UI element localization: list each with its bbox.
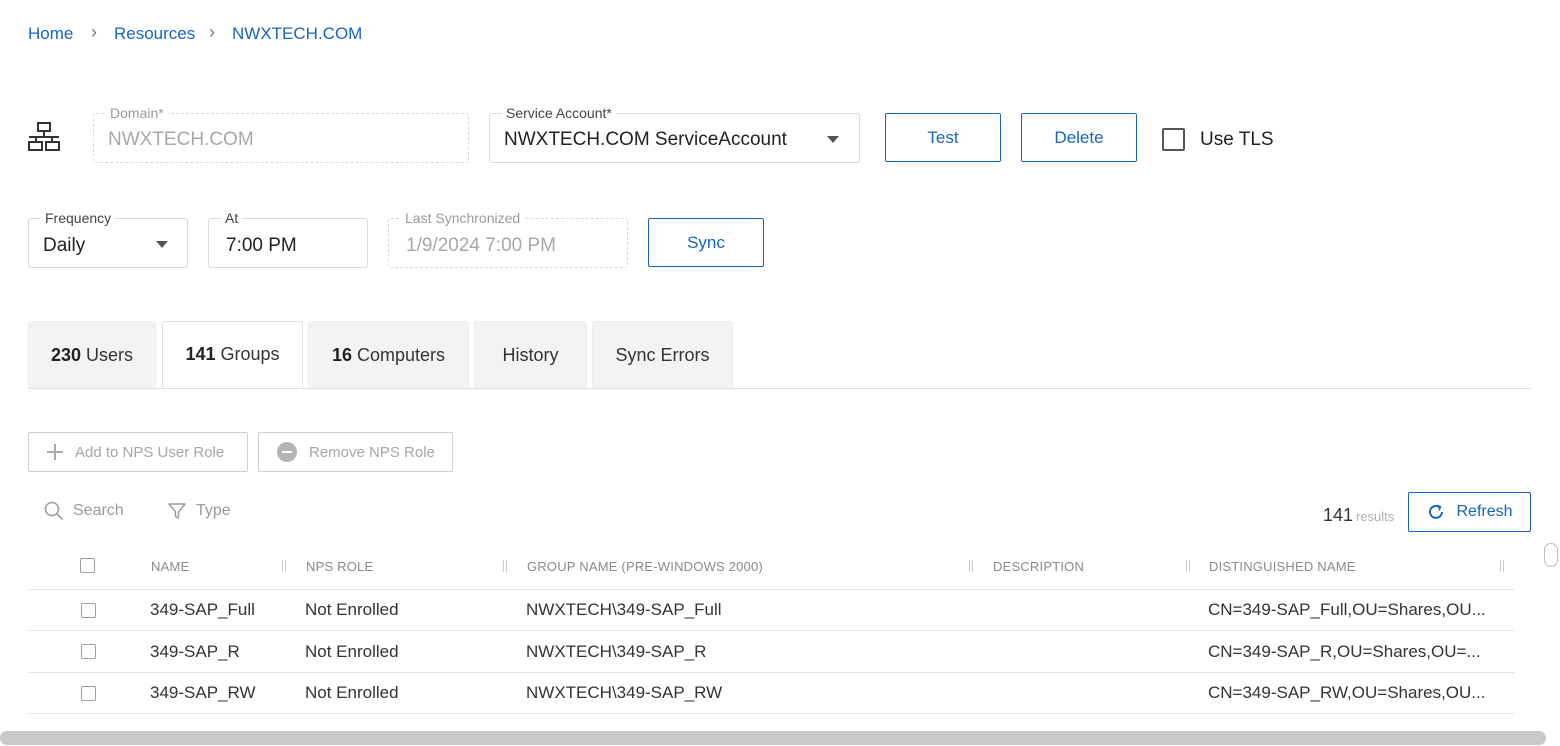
- tab-history[interactable]: History: [474, 321, 587, 388]
- tab-groups-count: 141: [185, 344, 216, 364]
- frequency-select[interactable]: Frequency Daily: [28, 209, 188, 268]
- chevron-down-icon: [156, 241, 168, 248]
- plus-icon: [47, 444, 63, 460]
- cell-name: 349-SAP_Full: [150, 600, 255, 619]
- minus-circle-icon: [277, 442, 297, 462]
- column-resize-handle[interactable]: [1186, 560, 1190, 572]
- tabs-divider: [28, 388, 1531, 389]
- column-header-description[interactable]: DESCRIPTION: [993, 559, 1084, 574]
- tab-users-label: Users: [86, 344, 134, 365]
- vertical-scrollbar-thumb[interactable]: [1544, 543, 1558, 567]
- delete-button[interactable]: Delete: [1021, 113, 1137, 162]
- domain-value: NWXTECH.COM: [108, 129, 254, 150]
- tab-groups[interactable]: 141 Groups: [162, 321, 303, 388]
- domain-label: Domain*: [106, 104, 168, 122]
- column-resize-handle[interactable]: [282, 560, 286, 572]
- select-all-checkbox[interactable]: [80, 558, 95, 573]
- service-account-select[interactable]: Service Account* NWXTECH.COM ServiceAcco…: [489, 104, 860, 163]
- column-header-name[interactable]: NAME: [151, 559, 189, 574]
- cell-group-name: NWXTECH\349-SAP_R: [526, 642, 707, 661]
- column-header-distinguished-name[interactable]: DISTINGUISHED NAME: [1209, 559, 1356, 574]
- column-resize-handle[interactable]: [503, 560, 507, 572]
- cell-distinguished-name: CN=349-SAP_R,OU=Shares,OU=...: [1208, 642, 1481, 661]
- refresh-label: Refresh: [1456, 503, 1513, 520]
- column-resize-handle[interactable]: [1500, 560, 1504, 572]
- test-button[interactable]: Test: [885, 113, 1001, 162]
- chevron-down-icon: [827, 136, 839, 143]
- tab-users[interactable]: 230 Users: [28, 321, 156, 388]
- cell-group-name: NWXTECH\349-SAP_Full: [526, 600, 722, 619]
- breadcrumb-resources[interactable]: Resources: [114, 24, 195, 44]
- search-label: Search: [73, 502, 124, 519]
- cell-name: 349-SAP_R: [150, 642, 240, 661]
- remove-nps-role-button[interactable]: Remove NPS Role: [258, 432, 453, 472]
- column-header-group-name[interactable]: GROUP NAME (PRE-WINDOWS 2000): [527, 559, 763, 574]
- search-control[interactable]: Search: [44, 501, 124, 521]
- type-filter[interactable]: Type: [167, 501, 231, 521]
- add-to-nps-user-role-button[interactable]: Add to NPS User Role: [28, 432, 248, 472]
- cell-name: 349-SAP_RW: [150, 683, 256, 702]
- column-header-nps-role[interactable]: NPS ROLE: [306, 559, 373, 574]
- network-icon: [27, 122, 61, 152]
- cell-distinguished-name: CN=349-SAP_Full,OU=Shares,OU...: [1208, 600, 1486, 619]
- frequency-label: Frequency: [41, 209, 116, 227]
- type-label: Type: [196, 502, 231, 519]
- row-checkbox[interactable]: [81, 686, 96, 701]
- row-divider: [28, 672, 1514, 673]
- cell-distinguished-name: CN=349-SAP_RW,OU=Shares,OU...: [1208, 683, 1486, 702]
- tab-sync-errors[interactable]: Sync Errors: [592, 321, 733, 388]
- tab-users-count: 230: [50, 344, 82, 365]
- breadcrumb-home[interactable]: Home: [28, 24, 73, 44]
- at-time-field[interactable]: At 7:00 PM: [208, 209, 368, 268]
- cell-nps-role: Not Enrolled: [305, 600, 399, 619]
- service-account-value: NWXTECH.COM ServiceAccount: [504, 129, 787, 150]
- tab-history-label: History: [502, 344, 559, 365]
- column-resize-handle[interactable]: [969, 560, 973, 572]
- refresh-icon: [1426, 502, 1446, 522]
- use-tls-label: Use TLS: [1200, 129, 1274, 150]
- service-account-label: Service Account*: [502, 104, 616, 122]
- tab-sync-errors-label: Sync Errors: [615, 344, 710, 365]
- cell-group-name: NWXTECH\349-SAP_RW: [526, 683, 723, 702]
- refresh-button[interactable]: Refresh: [1408, 492, 1531, 532]
- tab-computers-count: 16: [331, 344, 352, 365]
- row-divider: [28, 713, 1514, 714]
- breadcrumb-separator: ›: [91, 22, 97, 42]
- results-label: results: [1356, 509, 1395, 524]
- use-tls-checkbox[interactable]: [1162, 128, 1185, 151]
- breadcrumb-separator: ›: [209, 22, 215, 42]
- last-synchronized-field: Last Synchronized 1/9/2024 7:00 PM: [388, 209, 628, 268]
- frequency-value: Daily: [43, 235, 86, 256]
- results-count: 141: [1323, 505, 1354, 525]
- domain-field[interactable]: Domain* NWXTECH.COM: [93, 104, 469, 163]
- sync-button[interactable]: Sync: [648, 218, 764, 267]
- horizontal-scrollbar[interactable]: [0, 731, 1546, 745]
- add-to-nps-user-role-label: Add to NPS User Role: [75, 443, 225, 461]
- breadcrumb-current[interactable]: NWXTECH.COM: [232, 24, 362, 44]
- search-icon: [44, 501, 64, 521]
- filter-icon: [167, 501, 187, 521]
- cell-nps-role: Not Enrolled: [305, 683, 399, 702]
- at-value: 7:00 PM: [226, 235, 297, 256]
- last-synchronized-label: Last Synchronized: [401, 209, 525, 227]
- tab-groups-label: Groups: [220, 344, 280, 364]
- row-divider: [28, 630, 1514, 631]
- remove-nps-role-label: Remove NPS Role: [309, 443, 435, 461]
- header-divider: [28, 589, 1514, 590]
- cell-nps-role: Not Enrolled: [305, 642, 399, 661]
- tab-computers-label: Computers: [357, 344, 446, 365]
- last-synchronized-value: 1/9/2024 7:00 PM: [406, 235, 556, 256]
- tab-computers[interactable]: 16 Computers: [308, 321, 469, 388]
- at-label: At: [221, 209, 243, 227]
- row-checkbox[interactable]: [81, 644, 96, 659]
- row-checkbox[interactable]: [81, 603, 96, 618]
